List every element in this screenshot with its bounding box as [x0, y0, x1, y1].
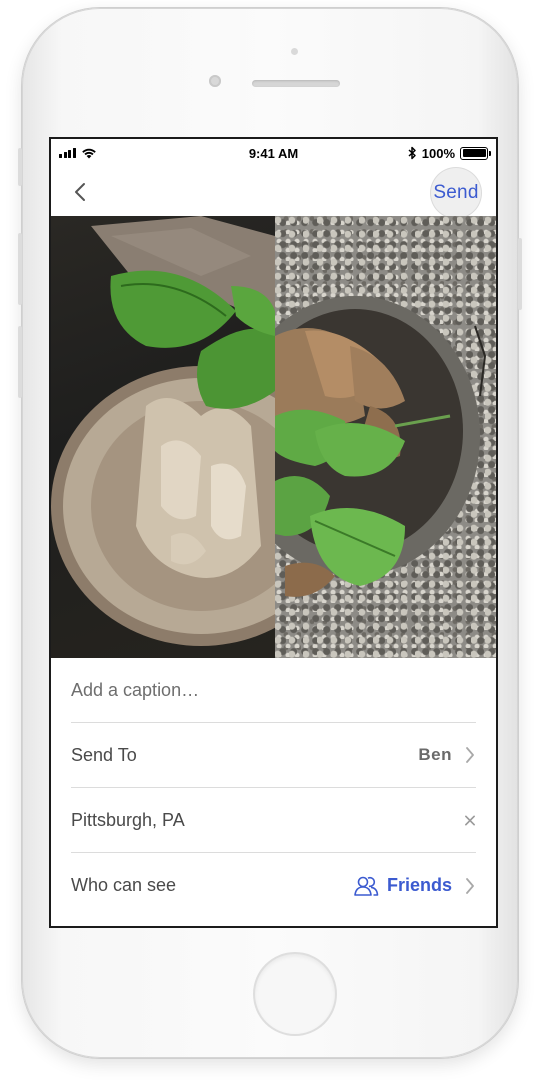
caption-input[interactable]: Add a caption…	[71, 680, 476, 701]
location-row[interactable]: Pittsburgh, PA	[71, 788, 476, 853]
caption-row[interactable]: Add a caption…	[71, 658, 476, 723]
close-icon	[465, 815, 475, 825]
volume-up-button	[18, 233, 22, 305]
battery-percent: 100%	[421, 145, 455, 161]
photo-left-coffee	[51, 216, 351, 658]
send-to-row[interactable]: Send To Ben	[71, 723, 476, 788]
power-button	[518, 238, 522, 310]
post-form: Add a caption… Send To Ben Pittsburgh, P…	[51, 658, 496, 918]
clear-location-button[interactable]	[464, 811, 476, 829]
proximity-sensor	[291, 48, 298, 55]
wifi-icon	[81, 148, 96, 159]
coffee-illustration	[51, 216, 351, 646]
back-button[interactable]	[65, 177, 95, 207]
chevron-left-icon	[75, 183, 85, 201]
location-value: Pittsburgh, PA	[71, 809, 185, 830]
chevron-right-icon	[464, 746, 476, 764]
send-button[interactable]: Send	[430, 167, 482, 219]
nav-bar: Send	[51, 167, 496, 219]
visibility-label: Who can see	[71, 875, 177, 895]
status-left	[59, 147, 97, 159]
cellular-signal-icon	[59, 148, 76, 158]
visibility-value: Friends	[353, 875, 452, 897]
asphalt-hole-illustration	[230, 296, 487, 597]
bluetooth-icon	[408, 146, 416, 160]
status-bar: 9:41 AM 100%	[51, 139, 496, 167]
front-camera	[209, 75, 221, 87]
phone-screen: 9:41 AM 100% Send Add a caption… Send To…	[49, 137, 498, 928]
visibility-value-label: Friends	[386, 875, 452, 895]
photo-preview	[51, 216, 496, 658]
friends-icon	[354, 876, 379, 896]
send-to-value: Ben	[418, 745, 452, 764]
home-button[interactable]	[255, 954, 335, 1034]
mute-switch	[18, 148, 22, 186]
visibility-row[interactable]: Who can see Friends	[71, 853, 476, 918]
status-right: 100%	[408, 145, 491, 161]
volume-down-button	[18, 326, 22, 398]
send-to-label: Send To	[71, 744, 137, 765]
photo-right-asphalt	[230, 216, 496, 658]
battery-icon	[460, 146, 491, 160]
chevron-right-icon	[464, 877, 476, 895]
battery-fill	[462, 149, 486, 157]
earpiece-speaker	[252, 80, 340, 87]
